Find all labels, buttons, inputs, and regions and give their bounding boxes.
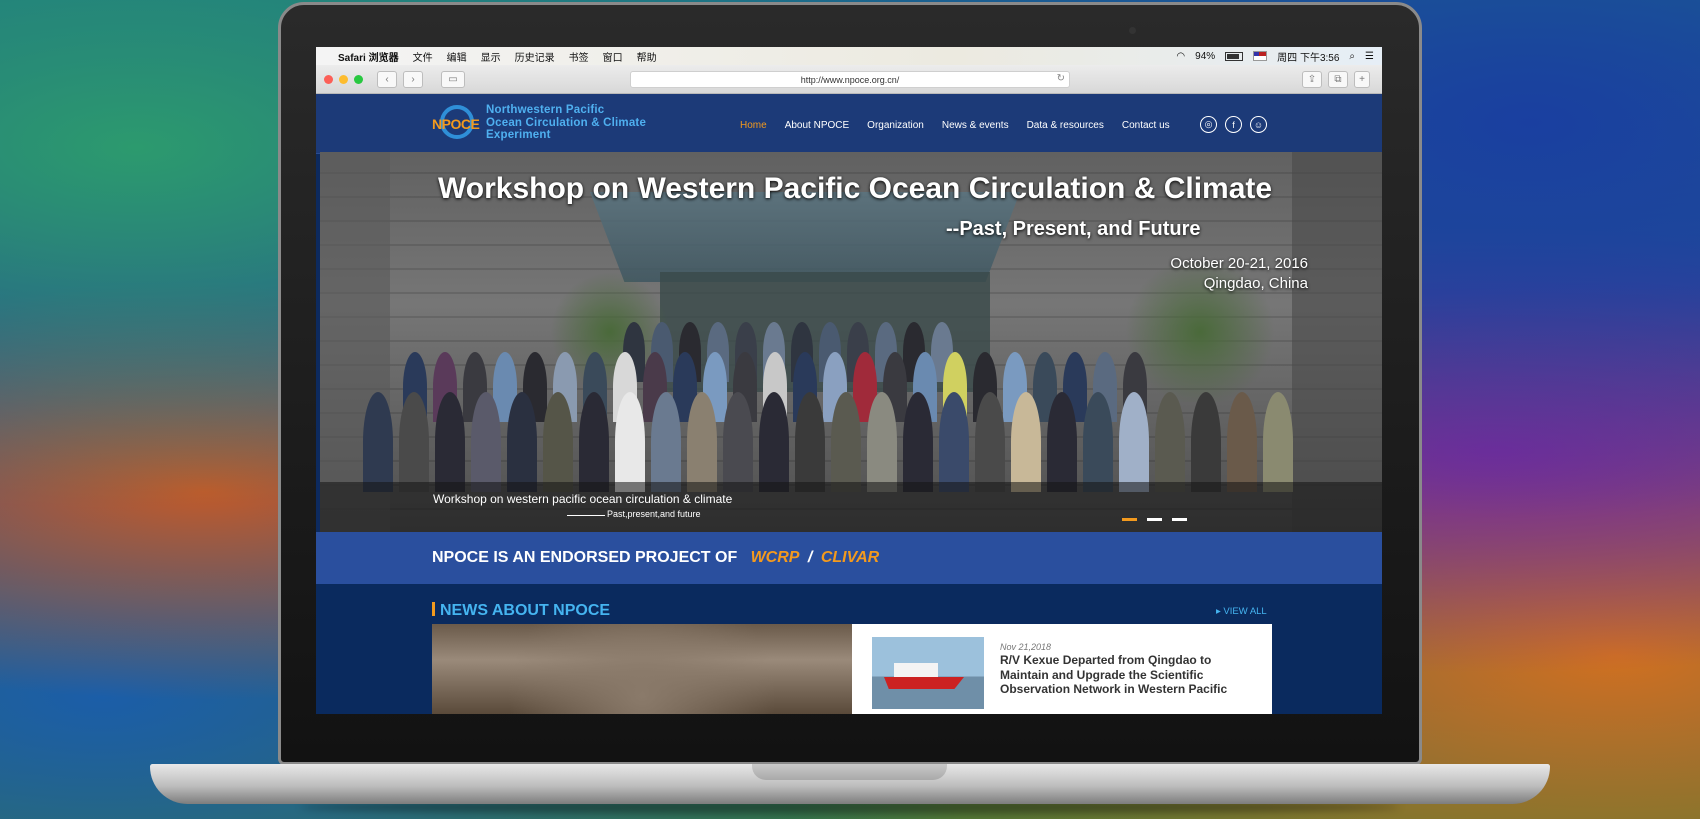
laptop-notch [752, 764, 947, 780]
nav-data-resources[interactable]: Data & resources [1027, 120, 1104, 131]
news-headline[interactable]: R/V Kexue Departed from Qingdao to Maint… [1000, 653, 1250, 697]
endorse-text: NPOCE IS AN ENDORSED PROJECT OF WCRP / C… [432, 549, 879, 567]
screen: Safari 浏览器 文件 编辑 显示 历史记录 书签 窗口 帮助 ◠ 94% … [316, 47, 1382, 714]
group-photo-crowd [360, 322, 1300, 492]
main-nav: Home About NPOCE Organization News & eve… [740, 120, 1170, 131]
input-flag-icon[interactable] [1253, 51, 1268, 61]
spotlight-icon[interactable]: ⌕ [1349, 51, 1355, 62]
menu-file[interactable]: 文件 [413, 49, 433, 64]
hero-date: October 20-21, 2016 [1170, 255, 1308, 272]
hero-slider[interactable]: Workshop on Western Pacific Ocean Circul… [320, 152, 1382, 532]
hero-date-location: October 20-21, 2016 Qingdao, China [1170, 254, 1308, 294]
hero-title: Workshop on Western Pacific Ocean Circul… [438, 172, 1273, 205]
notification-center-icon[interactable]: ☰ [1365, 51, 1374, 62]
news-section-title: NEWS ABOUT NPOCE [432, 602, 610, 620]
endorse-label: NPOCE IS AN ENDORSED PROJECT OF [432, 549, 738, 566]
crowd-row-front [360, 392, 1296, 492]
close-window-button[interactable] [324, 74, 333, 84]
share-icon[interactable]: ⇪ [1302, 71, 1322, 88]
battery-icon[interactable] [1225, 51, 1244, 61]
zoom-window-button[interactable] [354, 74, 363, 84]
camera-icon [1129, 27, 1136, 34]
hero-caption-bar [320, 482, 1382, 532]
menu-window[interactable]: 窗口 [603, 49, 623, 64]
slider-dot-1[interactable] [1122, 518, 1137, 521]
slider-dot-2[interactable] [1147, 518, 1162, 521]
hero-bg-wall-right [1292, 152, 1382, 532]
menu-app-name[interactable]: Safari 浏览器 [338, 49, 399, 64]
view-all-link[interactable]: ▸ VIEW ALL [1216, 606, 1267, 617]
logo-line-3: Experiment [486, 129, 551, 141]
hero-caption-sub: Past,present,and future [607, 509, 701, 519]
logo-line-2: Ocean Circulation & Climate [486, 116, 647, 129]
news-card[interactable]: Nov 21,2018 R/V Kexue Departed from Qing… [852, 624, 1272, 714]
battery-percent: 94% [1195, 50, 1216, 62]
news-date: Nov 21,2018 [1000, 642, 1052, 652]
social-links: ◎ f ☺ [1200, 116, 1267, 133]
hero-location: Qingdao, China [1203, 275, 1308, 292]
hero-subtitle: --Past, Present, and Future [946, 218, 1201, 240]
news-thumbnail[interactable] [872, 637, 984, 709]
endorse-separator: / [807, 549, 813, 566]
tabs-icon[interactable]: ⧉ [1328, 71, 1348, 88]
menu-help[interactable]: 帮助 [637, 49, 657, 64]
menu-clock[interactable]: 周四 下午3:56 [1277, 49, 1339, 64]
menu-history[interactable]: 历史记录 [515, 49, 555, 64]
logo-word: NPOCE [432, 115, 480, 132]
nav-contact[interactable]: Contact us [1122, 120, 1170, 131]
site-logo[interactable]: NPOCE Northwestern Pacific Ocean Circula… [432, 104, 646, 142]
wechat-icon[interactable]: ◎ [1200, 116, 1217, 133]
facebook-icon[interactable]: f [1225, 116, 1242, 133]
menu-bookmarks[interactable]: 书签 [569, 49, 589, 64]
endorse-banner: NPOCE IS AN ENDORSED PROJECT OF WCRP / C… [316, 532, 1382, 584]
caption-divider [567, 515, 605, 516]
user-icon[interactable]: ☺ [1250, 116, 1267, 133]
news-section: NEWS ABOUT NPOCE ▸ VIEW ALL Nov 21,2018 … [316, 584, 1382, 714]
logo-text: Northwestern Pacific Ocean Circulation &… [486, 104, 646, 142]
site-header: NPOCE Northwestern Pacific Ocean Circula… [316, 94, 1382, 154]
news-featured-photo[interactable] [432, 624, 852, 714]
ship-deck [894, 663, 938, 677]
slider-dots [1122, 518, 1187, 521]
nav-home[interactable]: Home [740, 120, 767, 131]
address-bar[interactable]: http://www.npoce.org.cn/ ↻ [630, 71, 1070, 88]
mac-menubar: Safari 浏览器 文件 编辑 显示 历史记录 书签 窗口 帮助 ◠ 94% … [316, 47, 1382, 65]
wcrp-link[interactable]: WCRP [751, 549, 800, 566]
clivar-link[interactable]: CLIVAR [821, 549, 879, 566]
slider-dot-3[interactable] [1172, 518, 1187, 521]
nav-about[interactable]: About NPOCE [785, 120, 849, 131]
ship-hull [884, 677, 964, 689]
nav-news-events[interactable]: News & events [942, 120, 1009, 131]
url-text: http://www.npoce.org.cn/ [800, 74, 900, 85]
browser-toolbar: ‹ › ▭ http://www.npoce.org.cn/ ↻ ⇪ ⧉ + [316, 65, 1382, 94]
forward-icon[interactable]: › [403, 70, 423, 88]
menu-view[interactable]: 显示 [481, 49, 501, 64]
hero-caption[interactable]: Workshop on western pacific ocean circul… [433, 492, 732, 506]
menu-edit[interactable]: 编辑 [447, 49, 467, 64]
view-all-label: VIEW ALL [1223, 606, 1267, 617]
wifi-icon[interactable]: ◠ [1176, 51, 1185, 62]
logo-mark: NPOCE [432, 104, 480, 141]
nav-organization[interactable]: Organization [867, 120, 924, 131]
minimize-window-button[interactable] [339, 74, 348, 84]
back-icon[interactable]: ‹ [377, 70, 397, 88]
reload-icon[interactable]: ↻ [1057, 73, 1065, 84]
new-tab-icon[interactable]: + [1354, 71, 1370, 88]
sidebar-icon[interactable]: ▭ [441, 70, 465, 88]
logo-line-1: Northwestern Pacific [486, 104, 605, 116]
